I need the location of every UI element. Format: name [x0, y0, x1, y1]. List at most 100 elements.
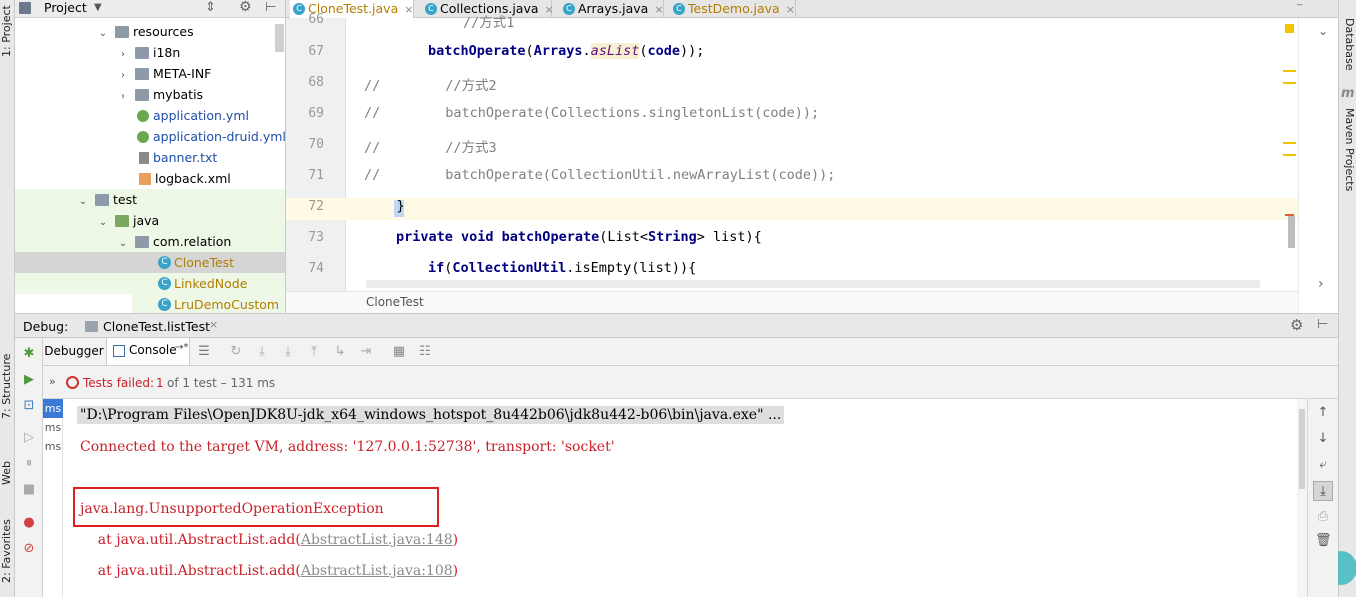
selected-row-highlight	[15, 252, 285, 273]
scroll-to-end-icon[interactable]: ⤓	[1313, 481, 1333, 501]
gear-icon[interactable]: ⚙	[239, 0, 252, 15]
tab-arrays[interactable]: C Arrays.java ×	[560, 0, 664, 18]
duration-column: ms ms ms	[43, 399, 63, 597]
exception-highlight-box	[73, 487, 439, 527]
step-over-icon[interactable]: ⤓	[254, 344, 270, 360]
project-tool-tab[interactable]: 1: Project	[0, 2, 15, 60]
console-scrollbar-thumb[interactable]	[1299, 409, 1305, 489]
close-icon[interactable]: ×	[654, 3, 663, 16]
run-to-cursor-icon[interactable]: ⇥	[358, 344, 374, 360]
arrow-up-icon[interactable]: ↑	[1315, 405, 1331, 421]
warning-marker[interactable]	[1285, 24, 1294, 33]
web-tool-tab[interactable]: Web	[0, 448, 15, 498]
tree-item-i18n[interactable]: › i18n	[117, 42, 180, 63]
chevron-down-icon[interactable]: ⌄	[117, 233, 129, 254]
duration-label[interactable]: ms	[43, 418, 63, 437]
tree-item-test[interactable]: ⌄ test	[77, 189, 137, 210]
error-stripe	[1298, 18, 1338, 313]
chevron-right-icon[interactable]: ›	[117, 44, 129, 65]
tree-item-resources[interactable]: ⌄ resources	[97, 21, 194, 42]
project-dropdown-icon[interactable]: ▼	[94, 0, 102, 16]
step-into-icon[interactable]: ⤓	[280, 344, 296, 360]
duration-label[interactable]: ms	[43, 399, 63, 418]
editor-scrollbar-thumb[interactable]	[1288, 216, 1295, 248]
project-scrollbar[interactable]	[275, 24, 284, 52]
tree-item-logback-xml[interactable]: logback.xml	[139, 168, 231, 189]
text-file-icon	[139, 151, 149, 164]
hide-panel-icon[interactable]: ⊢	[265, 0, 276, 16]
tree-item-mybatis[interactable]: › mybatis	[117, 84, 203, 105]
code-editor[interactable]: 66 //方式1 67 batchOperate(Arrays.asList(c…	[286, 12, 1338, 313]
tree-item-banner-txt[interactable]: banner.txt	[139, 147, 217, 168]
pause-icon[interactable]: ⏸	[21, 456, 37, 472]
class-icon: C	[158, 256, 171, 269]
warning-marker[interactable]	[1283, 142, 1296, 156]
xml-file-icon	[139, 172, 151, 185]
horizontal-scrollbar[interactable]	[366, 280, 1260, 288]
test-status-bar: » Tests failed: 1 of 1 test – 131 ms	[43, 366, 1338, 399]
chevron-right-icon[interactable]: ›	[117, 65, 129, 86]
chevron-right-icon[interactable]: ›	[1318, 276, 1324, 292]
tree-item-clonetest[interactable]: C CloneTest	[158, 252, 234, 273]
console-output[interactable]: "D:\Program Files\OpenJDK8U-jdk_x64_wind…	[63, 399, 1307, 597]
step-out-icon[interactable]: ⤒	[306, 344, 322, 360]
project-header: Project ▼ ⇕ ⚙ ⊢	[15, 0, 285, 18]
tab-console[interactable]: Console →*	[106, 338, 190, 365]
tree-item-com-relation[interactable]: ⌄ com.relation	[117, 231, 232, 254]
expand-icon[interactable]: »	[49, 375, 56, 388]
breadcrumb[interactable]: CloneTest	[286, 291, 1298, 313]
evaluate-icon[interactable]: ▦	[391, 344, 407, 360]
caret-row-highlight	[286, 198, 1298, 220]
show-execution-point-icon[interactable]: ↻	[228, 344, 244, 360]
run-config-icon	[85, 321, 98, 332]
print-icon[interactable]: ⎙	[1315, 509, 1331, 525]
close-icon[interactable]: ×	[545, 3, 554, 16]
close-icon[interactable]: ×	[209, 318, 218, 331]
chevron-down-icon[interactable]: ⌄	[97, 212, 109, 233]
pin-icon[interactable]: →*	[175, 342, 188, 353]
structure-tool-tab[interactable]: 7: Structure	[0, 350, 15, 422]
collapse-all-icon[interactable]: ⇕	[205, 0, 216, 16]
play-icon[interactable]: ▷	[21, 430, 37, 446]
stack-trace-link[interactable]: AbstractList.java:108	[301, 563, 453, 579]
chevron-down-icon[interactable]: ⌄	[77, 191, 89, 212]
duration-label[interactable]: ms	[43, 437, 63, 456]
hide-panel-icon[interactable]: ⊢	[1317, 317, 1328, 332]
stack-trace-link[interactable]: AbstractList.java:148	[301, 532, 453, 548]
step-icon[interactable]: ⊡	[21, 398, 37, 414]
tab-debugger[interactable]: Debugger	[43, 338, 105, 365]
class-icon: C	[158, 277, 171, 290]
class-icon: C	[158, 298, 171, 311]
gear-icon[interactable]: ⚙	[1290, 316, 1303, 334]
close-icon[interactable]: ×	[786, 3, 795, 16]
mute-breakpoints-icon[interactable]: ⊘	[21, 541, 37, 557]
tab-testdemo[interactable]: C TestDemo.java ×	[670, 0, 796, 18]
trace-icon[interactable]: ☷	[417, 344, 433, 360]
database-tool-tab[interactable]: Database	[1340, 18, 1356, 71]
drop-frame-icon[interactable]: ↳	[332, 344, 348, 360]
chevron-down-icon[interactable]: ⌄	[97, 23, 109, 44]
warning-marker[interactable]	[1283, 70, 1296, 84]
tree-item-meta-inf[interactable]: › META-INF	[117, 63, 211, 84]
breakpoints-icon[interactable]: ●	[21, 515, 37, 531]
tree-item-application-yml[interactable]: application.yml	[137, 105, 249, 126]
soft-wrap-icon[interactable]: ⤶	[1315, 457, 1331, 473]
chevron-down-icon[interactable]: ⌄	[1318, 24, 1328, 38]
tree-item-lrudemocustom[interactable]: C LruDemoCustom	[158, 294, 279, 313]
resume-icon[interactable]: ▶	[21, 372, 37, 388]
favorites-tool-tab[interactable]: 2: Favorites	[0, 510, 15, 592]
rerun-icon[interactable]: ✱	[21, 346, 37, 362]
tree-item-java[interactable]: ⌄ java	[97, 210, 159, 231]
run-config-label[interactable]: CloneTest.listTest	[103, 319, 210, 334]
trash-icon[interactable]: 🗑	[1315, 533, 1332, 549]
arrow-down-icon[interactable]: ↓	[1315, 431, 1331, 447]
tree-item-application-druid-yml[interactable]: application-druid.yml	[137, 126, 285, 147]
stop-icon[interactable]: ■	[21, 482, 37, 498]
tabs-overflow-icon[interactable]: ⁻	[1296, 0, 1303, 16]
menu-icon[interactable]: ☰	[196, 344, 212, 360]
tree-item-linkednode[interactable]: C LinkedNode	[158, 273, 247, 294]
maven-tool-tab[interactable]: Maven Projects	[1340, 108, 1356, 192]
console-scrollbar[interactable]	[1297, 399, 1307, 597]
debug-header: Debug: CloneTest.listTest × ⚙ ⊢	[15, 313, 1338, 338]
chevron-right-icon[interactable]: ›	[117, 86, 129, 107]
